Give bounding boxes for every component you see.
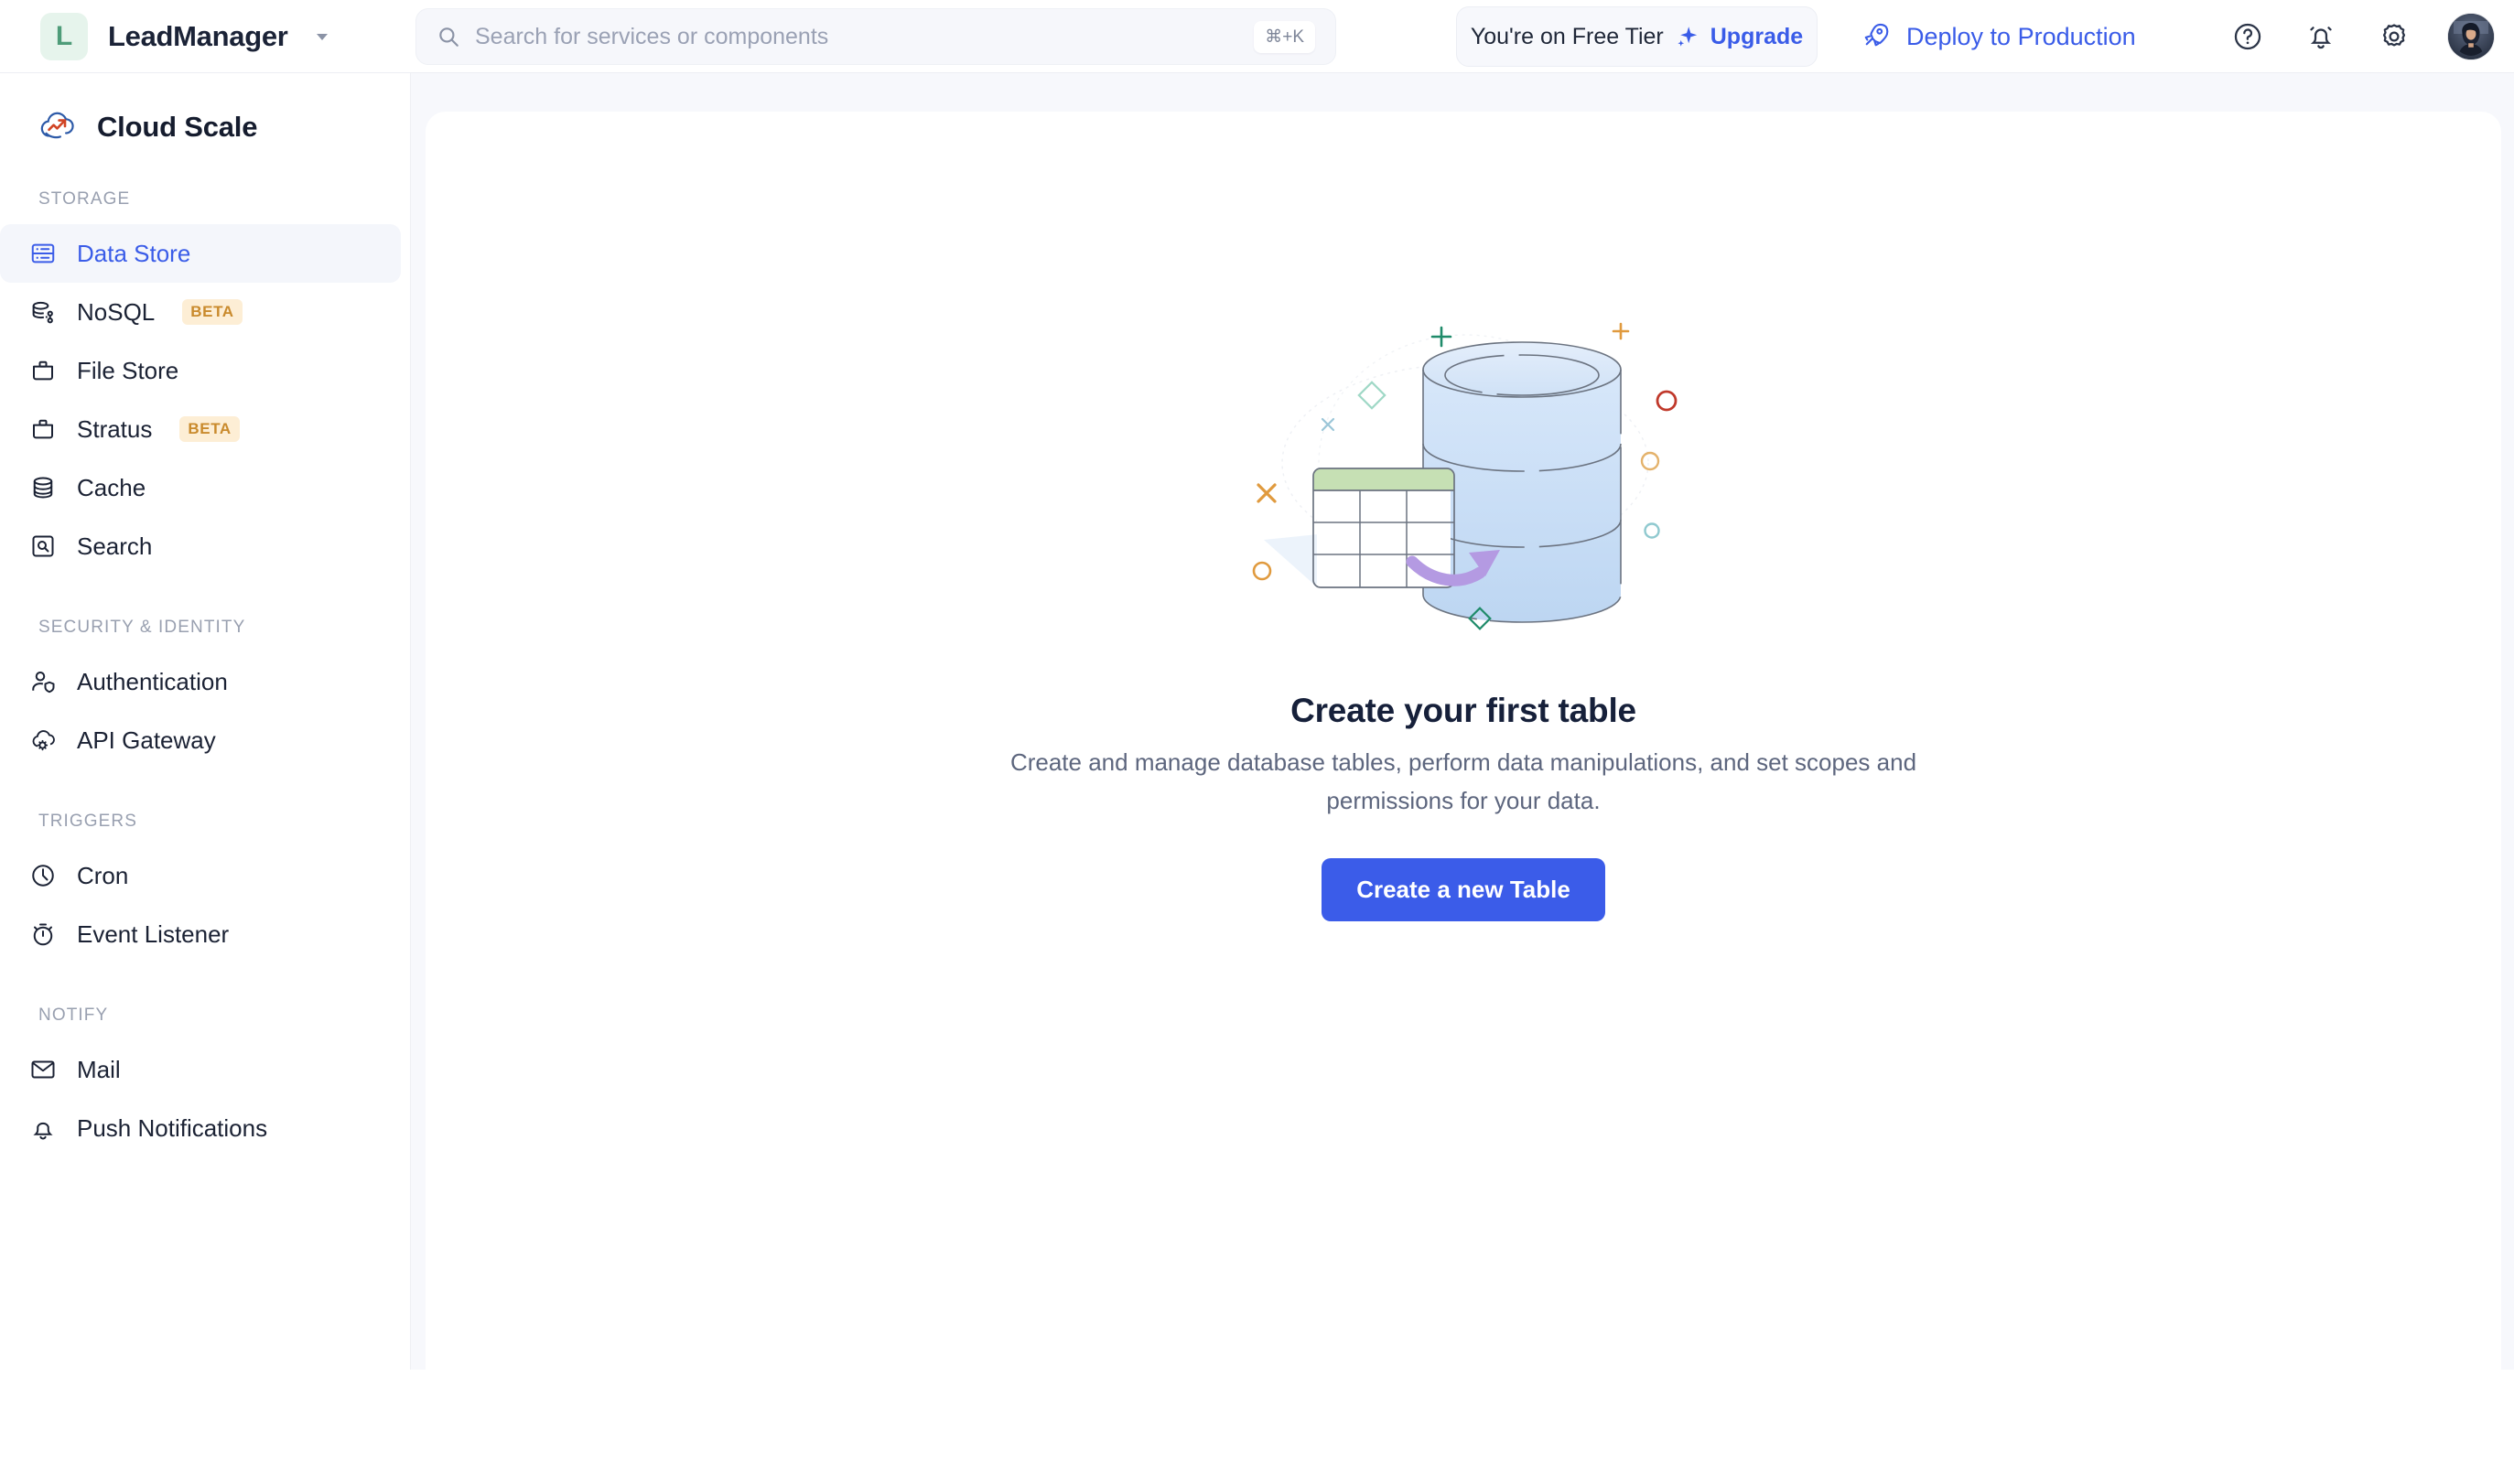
org-name: LeadManager — [108, 19, 288, 52]
nav-section-security: SECURITY & IDENTITY Authentication API G… — [0, 618, 410, 769]
database-rows-icon — [29, 240, 57, 267]
cloud-scale-logo — [37, 106, 79, 147]
empty-state-description: Create and manage database tables, perfo… — [1009, 748, 1917, 815]
org-logo-badge: L — [40, 12, 88, 60]
search-input[interactable]: Search for services or components ⌘+K — [415, 8, 1336, 65]
notification-bell-icon[interactable] — [2302, 17, 2340, 56]
sidebar-item-file-store[interactable]: File Store — [0, 341, 401, 400]
user-shield-icon — [29, 668, 57, 695]
search-placeholder: Search for services or components — [475, 23, 829, 49]
free-tier-upgrade-pill[interactable]: You're on Free Tier Upgrade — [1456, 6, 1818, 67]
empty-state: Create your first table Create and manag… — [426, 291, 2501, 922]
deploy-to-production-button[interactable]: Deploy to Production — [1862, 0, 2136, 73]
user-avatar[interactable] — [2448, 14, 2494, 59]
sidebar-item-label: Authentication — [77, 667, 228, 695]
nav-section-triggers: TRIGGERS Cron Event Listener — [0, 812, 410, 963]
rocket-icon — [1862, 21, 1890, 53]
chevron-down-icon — [312, 27, 332, 47]
nosql-database-icon — [29, 298, 57, 326]
empty-state-title: Create your first table — [1290, 692, 1636, 729]
sidebar-item-label: Search — [77, 532, 153, 560]
sidebar-item-event-listener[interactable]: Event Listener — [0, 905, 401, 963]
org-switcher[interactable]: L LeadManager — [40, 12, 370, 60]
search-shortcut-badge: ⌘+K — [1254, 20, 1315, 53]
deploy-label: Deploy to Production — [1906, 22, 2136, 50]
sidebar-item-authentication[interactable]: Authentication — [0, 652, 401, 711]
sidebar-item-search[interactable]: Search — [0, 517, 401, 575]
sidebar-item-cache[interactable]: Cache — [0, 458, 401, 517]
sidebar: Cloud Scale STORAGE Data Store NoSQL BET… — [0, 73, 411, 1370]
database-table-illustration — [1225, 291, 1701, 657]
nav-heading-storage: STORAGE — [38, 189, 131, 209]
sidebar-item-label: Push Notifications — [77, 1113, 268, 1142]
sidebar-item-label: Event Listener — [77, 919, 230, 948]
sidebar-item-label: Cache — [77, 473, 146, 501]
sparkles-icon — [1675, 25, 1699, 49]
upgrade-link[interactable]: Upgrade — [1710, 24, 1803, 50]
clock-icon — [29, 862, 57, 889]
sidebar-item-cron[interactable]: Cron — [0, 846, 401, 905]
sidebar-item-label: Data Store — [77, 239, 191, 267]
main-canvas: Create your first table Create and manag… — [411, 73, 2514, 1484]
settings-gear-icon[interactable] — [2375, 17, 2413, 56]
nav-section-storage: STORAGE Data Store NoSQL BETA File Store… — [0, 189, 410, 575]
nav-heading-security: SECURITY & IDENTITY — [38, 618, 246, 637]
sidebar-item-label: Mail — [77, 1055, 121, 1083]
nav-heading-notify: NOTIFY — [38, 1005, 109, 1025]
archive-box-icon — [29, 357, 57, 384]
create-new-table-button[interactable]: Create a new Table — [1322, 858, 1605, 922]
nav-heading-triggers: TRIGGERS — [38, 812, 138, 831]
sidebar-item-label: NoSQL — [77, 297, 156, 326]
sidebar-item-label: File Store — [77, 356, 179, 384]
sidebar-item-push-notifications[interactable]: Push Notifications — [0, 1099, 401, 1157]
sidebar-item-label: Stratus — [77, 414, 153, 443]
sidebar-item-mail[interactable]: Mail — [0, 1040, 401, 1099]
sidebar-item-nosql[interactable]: NoSQL BETA — [0, 283, 401, 341]
beta-badge: BETA — [182, 299, 243, 325]
sidebar-item-stratus[interactable]: Stratus BETA — [0, 400, 401, 458]
database-stack-icon — [29, 474, 57, 501]
sidebar-item-label: API Gateway — [77, 726, 216, 754]
sidebar-item-data-store[interactable]: Data Store — [0, 224, 401, 283]
sidebar-item-label: Cron — [77, 861, 129, 889]
nav-section-notify: NOTIFY Mail Push Notifications — [0, 1005, 410, 1157]
sidebar-item-api-gateway[interactable]: API Gateway — [0, 711, 401, 769]
content-card: Create your first table Create and manag… — [426, 112, 2501, 1484]
top-bar-icon-group — [2228, 0, 2494, 73]
search-box-icon — [29, 532, 57, 560]
product-name: Cloud Scale — [97, 110, 258, 143]
product-header[interactable]: Cloud Scale — [0, 73, 410, 147]
help-icon[interactable] — [2228, 17, 2267, 56]
cloud-gear-icon — [29, 726, 57, 754]
archive-box-icon — [29, 415, 57, 443]
envelope-icon — [29, 1056, 57, 1083]
top-bar: L LeadManager Search for services or com… — [0, 0, 2514, 73]
stopwatch-icon — [29, 920, 57, 948]
bell-icon — [29, 1114, 57, 1142]
beta-badge: BETA — [179, 416, 240, 442]
tier-status-text: You're on Free Tier — [1470, 23, 1664, 49]
search-icon — [437, 25, 460, 48]
